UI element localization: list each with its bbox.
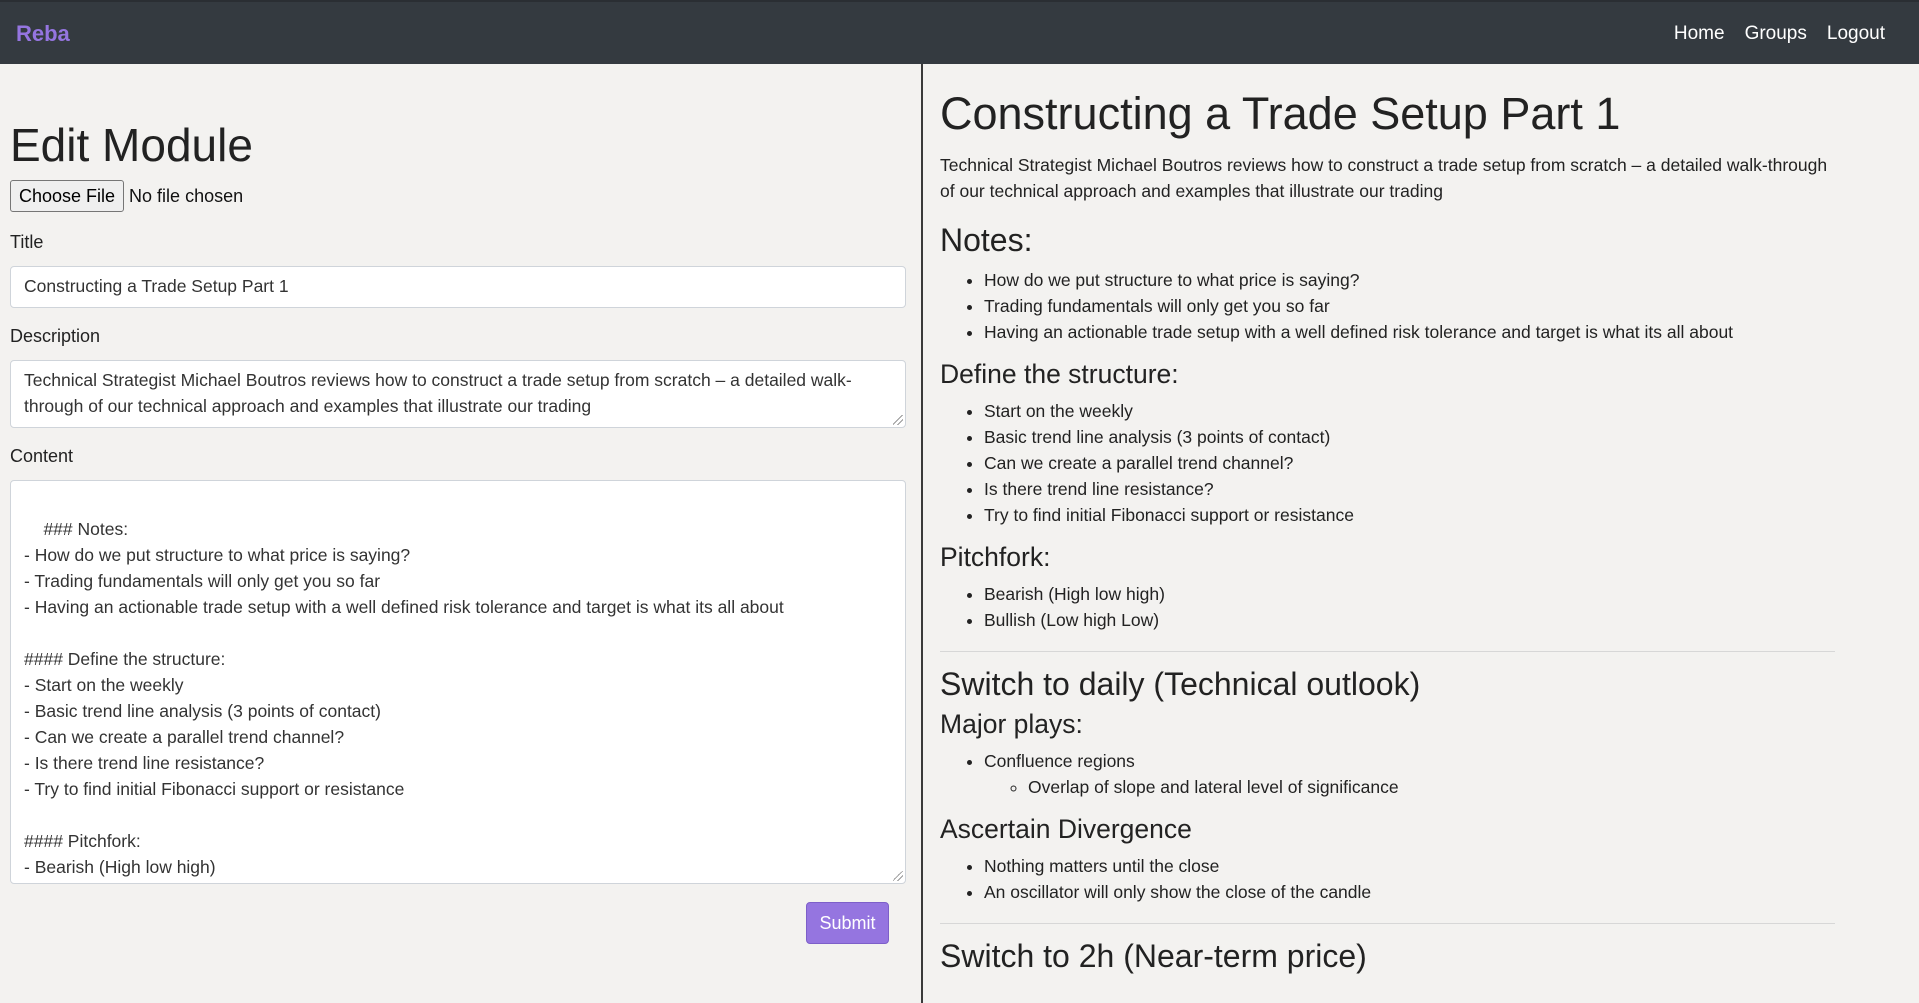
content-label: Content (10, 446, 74, 466)
description-textarea[interactable]: Technical Strategist Michael Boutros rev… (10, 360, 906, 428)
nav-link-groups[interactable]: Groups (1745, 23, 1807, 45)
content-text: ### Notes: - How do we put structure to … (24, 519, 784, 877)
list-item: Having an actionable trade setup with a … (984, 319, 1919, 345)
preview-title: Constructing a Trade Setup Part 1 (940, 88, 1621, 139)
list-item-text: Confluence regions (984, 751, 1135, 771)
nav-links: Home Groups Logout (1674, 23, 1885, 45)
twohour-heading: Switch to 2h (Near-term price) (940, 938, 1367, 974)
nested-list: Overlap of slope and lateral level of si… (984, 774, 1919, 800)
list-item: Start on the weekly (984, 398, 1919, 424)
title-label: Title (10, 232, 44, 252)
navbar: Reba Home Groups Logout (0, 0, 1919, 64)
choose-file-button[interactable]: Choose File (10, 180, 125, 212)
section-divider (940, 923, 1835, 924)
divergence-list: Nothing matters until the close An oscil… (940, 853, 1919, 905)
structure-heading: Define the structure: (940, 359, 1179, 389)
description-label: Description (10, 326, 101, 346)
submit-button[interactable]: Submit (806, 902, 889, 944)
nav-link-logout[interactable]: Logout (1827, 23, 1885, 45)
list-item: Trading fundamentals will only get you s… (984, 293, 1919, 319)
title-input[interactable]: Constructing a Trade Setup Part 1 (10, 266, 906, 308)
resize-handle-icon[interactable] (893, 415, 903, 425)
content-textarea[interactable]: ### Notes: - How do we put structure to … (10, 480, 906, 884)
file-status-text: No file chosen (129, 185, 244, 206)
pitchfork-heading: Pitchfork: (940, 542, 1051, 572)
divergence-heading: Ascertain Divergence (940, 814, 1192, 844)
list-item: Nothing matters until the close (984, 853, 1919, 879)
list-item: Overlap of slope and lateral level of si… (1028, 774, 1919, 800)
resize-handle-icon[interactable] (893, 871, 903, 881)
major-plays-list: Confluence regions Overlap of slope and … (940, 748, 1919, 800)
description-text: Technical Strategist Michael Boutros rev… (24, 370, 852, 416)
section-divider (940, 651, 1835, 652)
page-title: Edit Module (10, 119, 253, 171)
notes-heading: Notes: (940, 222, 1033, 258)
preview-description: Technical Strategist Michael Boutros rev… (940, 155, 1828, 201)
list-item: Can we create a parallel trend channel? (984, 450, 1919, 476)
file-upload: Choose File No file chosen (10, 180, 243, 212)
list-item: An oscillator will only show the close o… (984, 879, 1919, 905)
list-item: Is there trend line resistance? (984, 476, 1919, 502)
notes-list: How do we put structure to what price is… (940, 267, 1919, 345)
preview-panel: Constructing a Trade Setup Part 1 Techni… (923, 64, 1919, 1003)
list-item: How do we put structure to what price is… (984, 267, 1919, 293)
brand-logo-link[interactable]: Reba (16, 21, 70, 47)
nav-link-home[interactable]: Home (1674, 23, 1725, 45)
list-item: Basic trend line analysis (3 points of c… (984, 424, 1919, 450)
edit-module-panel: Edit Module Choose File No file chosen T… (0, 64, 922, 1003)
list-item: Try to find initial Fibonacci support or… (984, 502, 1919, 528)
list-item: Bullish (Low high Low) (984, 607, 1919, 633)
structure-list: Start on the weekly Basic trend line ana… (940, 398, 1919, 528)
major-plays-heading: Major plays: (940, 709, 1083, 739)
list-item: Bearish (High low high) (984, 581, 1919, 607)
pitchfork-list: Bearish (High low high) Bullish (Low hig… (940, 581, 1919, 633)
list-item: Confluence regions Overlap of slope and … (984, 748, 1919, 800)
daily-heading: Switch to daily (Technical outlook) (940, 666, 1421, 702)
